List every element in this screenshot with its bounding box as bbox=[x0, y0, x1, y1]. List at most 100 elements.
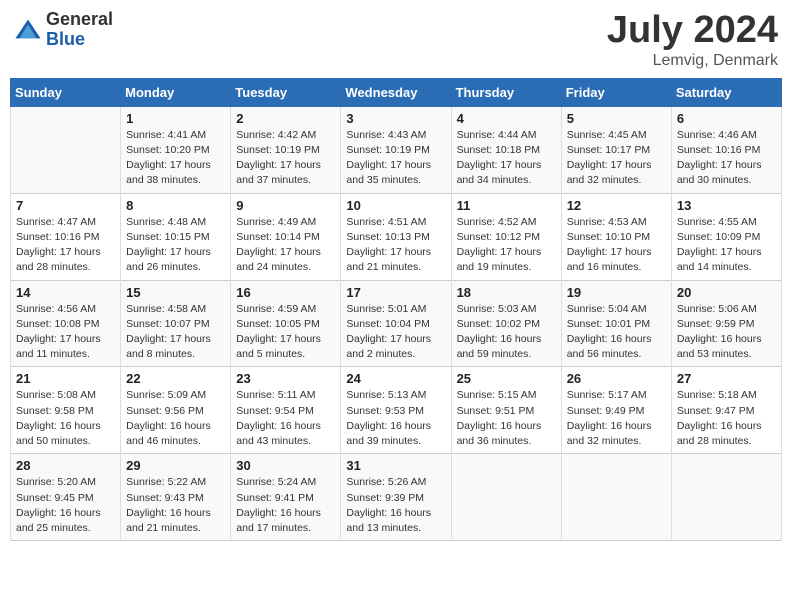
day-number: 9 bbox=[236, 198, 335, 213]
day-number: 22 bbox=[126, 371, 225, 386]
calendar-cell: 26 Sunrise: 5:17 AMSunset: 9:49 PMDayligh… bbox=[561, 367, 671, 454]
day-info: Sunrise: 4:49 AMSunset: 10:14 PMDaylight… bbox=[236, 215, 335, 276]
calendar-body: 1 Sunrise: 4:41 AMSunset: 10:20 PMDayligh… bbox=[11, 106, 782, 540]
calendar-cell bbox=[671, 454, 781, 541]
calendar-cell: 30 Sunrise: 5:24 AMSunset: 9:41 PMDayligh… bbox=[231, 454, 341, 541]
calendar-cell: 22 Sunrise: 5:09 AMSunset: 9:56 PMDayligh… bbox=[121, 367, 231, 454]
header-wednesday: Wednesday bbox=[341, 78, 451, 106]
calendar-cell: 17 Sunrise: 5:01 AMSunset: 10:04 PMDaylig… bbox=[341, 280, 451, 367]
day-number: 25 bbox=[457, 371, 556, 386]
calendar-cell bbox=[561, 454, 671, 541]
calendar-cell: 29 Sunrise: 5:22 AMSunset: 9:43 PMDayligh… bbox=[121, 454, 231, 541]
day-info: Sunrise: 5:15 AMSunset: 9:51 PMDaylight:… bbox=[457, 388, 556, 449]
day-info: Sunrise: 5:26 AMSunset: 9:39 PMDaylight:… bbox=[346, 475, 445, 536]
day-info: Sunrise: 5:20 AMSunset: 9:45 PMDaylight:… bbox=[16, 475, 115, 536]
day-info: Sunrise: 5:22 AMSunset: 9:43 PMDaylight:… bbox=[126, 475, 225, 536]
day-info: Sunrise: 4:47 AMSunset: 10:16 PMDaylight… bbox=[16, 215, 115, 276]
day-info: Sunrise: 4:44 AMSunset: 10:18 PMDaylight… bbox=[457, 128, 556, 189]
day-info: Sunrise: 5:13 AMSunset: 9:53 PMDaylight:… bbox=[346, 388, 445, 449]
logo-text: General Blue bbox=[46, 10, 113, 50]
header-tuesday: Tuesday bbox=[231, 78, 341, 106]
calendar-cell: 13Sunrise: 4:55 AMSunset: 10:09 PMDaylig… bbox=[671, 193, 781, 280]
day-info: Sunrise: 4:56 AMSunset: 10:08 PMDaylight… bbox=[16, 302, 115, 363]
day-info: Sunrise: 4:42 AMSunset: 10:19 PMDaylight… bbox=[236, 128, 335, 189]
calendar-cell: 8Sunrise: 4:48 AMSunset: 10:15 PMDayligh… bbox=[121, 193, 231, 280]
header-saturday: Saturday bbox=[671, 78, 781, 106]
day-info: Sunrise: 4:53 AMSunset: 10:10 PMDaylight… bbox=[567, 215, 666, 276]
week-row-0: 1 Sunrise: 4:41 AMSunset: 10:20 PMDayligh… bbox=[11, 106, 782, 193]
calendar-cell: 15 Sunrise: 4:58 AMSunset: 10:07 PMDaylig… bbox=[121, 280, 231, 367]
day-info: Sunrise: 4:58 AMSunset: 10:07 PMDaylight… bbox=[126, 302, 225, 363]
logo-icon bbox=[14, 16, 42, 44]
day-number: 1 bbox=[126, 111, 225, 126]
day-info: Sunrise: 5:11 AMSunset: 9:54 PMDaylight:… bbox=[236, 388, 335, 449]
header-friday: Friday bbox=[561, 78, 671, 106]
day-info: Sunrise: 5:09 AMSunset: 9:56 PMDaylight:… bbox=[126, 388, 225, 449]
day-number: 27 bbox=[677, 371, 776, 386]
day-info: Sunrise: 5:17 AMSunset: 9:49 PMDaylight:… bbox=[567, 388, 666, 449]
calendar-cell bbox=[11, 106, 121, 193]
calendar-cell: 2 Sunrise: 4:42 AMSunset: 10:19 PMDayligh… bbox=[231, 106, 341, 193]
week-row-3: 21 Sunrise: 5:08 AMSunset: 9:58 PMDayligh… bbox=[11, 367, 782, 454]
day-number: 17 bbox=[346, 285, 445, 300]
day-number: 3 bbox=[346, 111, 445, 126]
subtitle: Lemvig, Denmark bbox=[607, 52, 778, 70]
day-number: 29 bbox=[126, 458, 225, 473]
day-number: 13 bbox=[677, 198, 776, 213]
day-number: 30 bbox=[236, 458, 335, 473]
calendar-cell: 10Sunrise: 4:51 AMSunset: 10:13 PMDaylig… bbox=[341, 193, 451, 280]
calendar-cell: 12 Sunrise: 4:53 AMSunset: 10:10 PMDaylig… bbox=[561, 193, 671, 280]
calendar-cell bbox=[451, 454, 561, 541]
day-number: 26 bbox=[567, 371, 666, 386]
calendar-cell: 7 Sunrise: 4:47 AMSunset: 10:16 PMDayligh… bbox=[11, 193, 121, 280]
day-number: 7 bbox=[16, 198, 115, 213]
day-info: Sunrise: 5:08 AMSunset: 9:58 PMDaylight:… bbox=[16, 388, 115, 449]
header-row: SundayMondayTuesdayWednesdayThursdayFrid… bbox=[11, 78, 782, 106]
calendar-cell: 24 Sunrise: 5:13 AMSunset: 9:53 PMDayligh… bbox=[341, 367, 451, 454]
calendar-cell: 21 Sunrise: 5:08 AMSunset: 9:58 PMDayligh… bbox=[11, 367, 121, 454]
calendar-cell: 9 Sunrise: 4:49 AMSunset: 10:14 PMDayligh… bbox=[231, 193, 341, 280]
calendar-cell: 20Sunrise: 5:06 AMSunset: 9:59 PMDayligh… bbox=[671, 280, 781, 367]
day-info: Sunrise: 4:41 AMSunset: 10:20 PMDaylight… bbox=[126, 128, 225, 189]
day-info: Sunrise: 4:43 AMSunset: 10:19 PMDaylight… bbox=[346, 128, 445, 189]
day-number: 31 bbox=[346, 458, 445, 473]
day-info: Sunrise: 4:51 AMSunset: 10:13 PMDaylight… bbox=[346, 215, 445, 276]
calendar-cell: 1 Sunrise: 4:41 AMSunset: 10:20 PMDayligh… bbox=[121, 106, 231, 193]
calendar-cell: 3 Sunrise: 4:43 AMSunset: 10:19 PMDayligh… bbox=[341, 106, 451, 193]
day-info: Sunrise: 5:18 AMSunset: 9:47 PMDaylight:… bbox=[677, 388, 776, 449]
day-number: 19 bbox=[567, 285, 666, 300]
day-number: 5 bbox=[567, 111, 666, 126]
day-info: Sunrise: 4:45 AMSunset: 10:17 PMDaylight… bbox=[567, 128, 666, 189]
day-info: Sunrise: 4:59 AMSunset: 10:05 PMDaylight… bbox=[236, 302, 335, 363]
calendar-cell: 31 Sunrise: 5:26 AMSunset: 9:39 PMDayligh… bbox=[341, 454, 451, 541]
calendar-table: SundayMondayTuesdayWednesdayThursdayFrid… bbox=[10, 78, 782, 541]
day-number: 4 bbox=[457, 111, 556, 126]
calendar-cell: 16Sunrise: 4:59 AMSunset: 10:05 PMDaylig… bbox=[231, 280, 341, 367]
day-number: 8 bbox=[126, 198, 225, 213]
day-info: Sunrise: 5:01 AMSunset: 10:04 PMDaylight… bbox=[346, 302, 445, 363]
day-number: 2 bbox=[236, 111, 335, 126]
calendar-cell: 6 Sunrise: 4:46 AMSunset: 10:16 PMDayligh… bbox=[671, 106, 781, 193]
calendar-cell: 28 Sunrise: 5:20 AMSunset: 9:45 PMDayligh… bbox=[11, 454, 121, 541]
calendar-cell: 14 Sunrise: 4:56 AMSunset: 10:08 PMDaylig… bbox=[11, 280, 121, 367]
day-number: 24 bbox=[346, 371, 445, 386]
day-info: Sunrise: 5:24 AMSunset: 9:41 PMDaylight:… bbox=[236, 475, 335, 536]
day-number: 28 bbox=[16, 458, 115, 473]
day-number: 23 bbox=[236, 371, 335, 386]
calendar-cell: 5 Sunrise: 4:45 AMSunset: 10:17 PMDayligh… bbox=[561, 106, 671, 193]
day-info: Sunrise: 4:46 AMSunset: 10:16 PMDaylight… bbox=[677, 128, 776, 189]
week-row-2: 14 Sunrise: 4:56 AMSunset: 10:08 PMDaylig… bbox=[11, 280, 782, 367]
day-number: 14 bbox=[16, 285, 115, 300]
calendar-header: SundayMondayTuesdayWednesdayThursdayFrid… bbox=[11, 78, 782, 106]
logo: General Blue bbox=[14, 10, 113, 50]
day-number: 18 bbox=[457, 285, 556, 300]
main-title: July 2024 bbox=[607, 10, 778, 52]
day-number: 6 bbox=[677, 111, 776, 126]
day-number: 21 bbox=[16, 371, 115, 386]
day-info: Sunrise: 5:03 AMSunset: 10:02 PMDaylight… bbox=[457, 302, 556, 363]
day-number: 20 bbox=[677, 285, 776, 300]
day-number: 12 bbox=[567, 198, 666, 213]
calendar-cell: 4 Sunrise: 4:44 AMSunset: 10:18 PMDayligh… bbox=[451, 106, 561, 193]
day-number: 15 bbox=[126, 285, 225, 300]
logo-general: General bbox=[46, 10, 113, 30]
